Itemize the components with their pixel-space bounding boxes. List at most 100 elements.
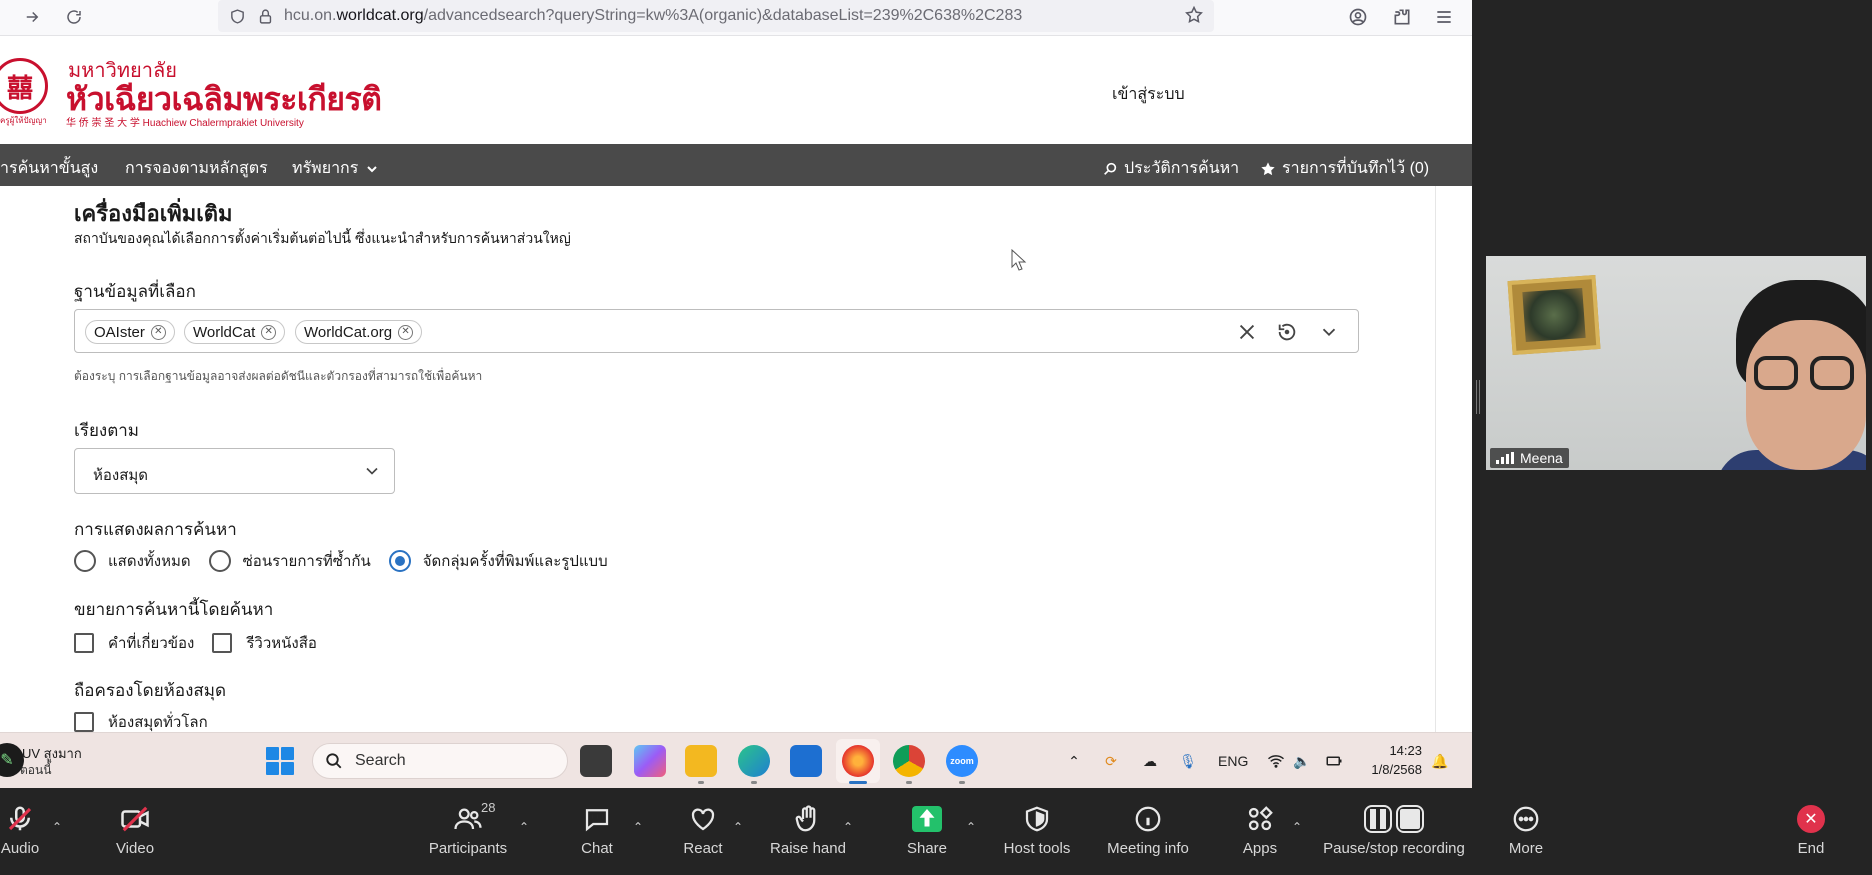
sort-select[interactable]: ห้องสมุด (74, 448, 395, 494)
remove-chip-icon[interactable]: ✕ (398, 324, 414, 340)
share-button[interactable]: Share (902, 796, 952, 868)
audio-button[interactable]: Audio (0, 796, 42, 868)
more-label: More (1508, 840, 1544, 857)
participants-options-caret[interactable]: ⌃ (519, 820, 529, 834)
nav-search-history[interactable]: ประวัติการค้นหา (1102, 156, 1239, 181)
database-multiselect[interactable]: OAIster ✕ WorldCat ✕ WorldCat.org ✕ (74, 309, 1359, 353)
firefox-icon[interactable] (842, 745, 874, 777)
share-options-caret[interactable]: ⌃ (966, 820, 976, 834)
database-chip-oaister[interactable]: OAIster ✕ (85, 320, 175, 344)
hand-icon (791, 802, 825, 836)
app-indicator (698, 781, 704, 784)
heart-icon (686, 802, 720, 836)
url-path: /advancedsearch?queryString=kw%3A(organi… (423, 7, 1023, 24)
login-link[interactable]: เข้าสู่ระบบ (1112, 82, 1185, 107)
volume-icon[interactable]: 🔈 (1292, 751, 1312, 771)
nav-saved-items[interactable]: รายการที่บันทึกไว้ (0) (1260, 156, 1429, 181)
edge-icon[interactable] (738, 745, 770, 777)
recording-controls-icon (1359, 802, 1429, 836)
participants-label: Participants (428, 840, 508, 857)
remove-chip-icon[interactable]: ✕ (150, 324, 166, 340)
display-option-hide-duplicates[interactable]: ซ่อนรายการที่ซ้ำกัน (208, 549, 371, 573)
more-button[interactable]: More (1506, 796, 1546, 868)
participants-button[interactable]: 28 Participants (418, 796, 518, 868)
windows-taskbar: ✎ UV สูงมาก ตอนนี้ Search zoom ⌃ ⟳ ☁ 🎙 E… (0, 732, 1472, 788)
forward-icon[interactable] (18, 3, 46, 31)
host-tools-button[interactable]: Host tools (1000, 796, 1074, 868)
url-bar[interactable]: hcu.on.worldcat.org/advancedsearch?query… (218, 0, 1214, 32)
onedrive-icon[interactable]: ☁ (1140, 751, 1160, 771)
bookmark-star-icon[interactable] (1184, 5, 1206, 27)
nav-resources[interactable]: ทรัพยากร (292, 156, 380, 181)
wifi-icon[interactable] (1266, 751, 1286, 771)
reload-icon[interactable] (60, 3, 88, 31)
display-option-show-all[interactable]: แสดงทั้งหมด (74, 549, 191, 573)
held-by-library-group: ห้องสมุดทั่วโลก (74, 710, 226, 734)
react-button[interactable]: React (680, 796, 726, 868)
file-explorer-icon[interactable] (685, 745, 717, 777)
language-indicator[interactable]: ENG (1218, 753, 1248, 769)
search-history-icon (1104, 162, 1117, 175)
checkbox[interactable] (74, 712, 94, 732)
battery-icon[interactable] (1324, 751, 1344, 771)
picture-frame (1507, 275, 1601, 355)
end-meeting-button[interactable]: ✕ End (1796, 796, 1826, 868)
chat-options-caret[interactable]: ⌃ (633, 820, 643, 834)
chrome-icon[interactable] (893, 745, 925, 777)
meeting-info-button[interactable]: Meeting info (1106, 796, 1190, 868)
task-view-icon[interactable] (580, 745, 612, 777)
audio-options-caret[interactable]: ⌃ (52, 820, 62, 834)
database-chip-worldcat[interactable]: WorldCat ✕ (184, 320, 286, 344)
clear-all-icon[interactable] (1235, 320, 1259, 344)
menu-icon[interactable] (1430, 3, 1458, 31)
share-screen-icon (910, 802, 944, 836)
system-clock[interactable]: 14:23 1/8/2568 (1360, 741, 1422, 779)
shield-icon[interactable] (226, 5, 248, 27)
checkbox[interactable] (212, 633, 233, 653)
react-options-caret[interactable]: ⌃ (733, 820, 743, 834)
nav-course-reserves[interactable]: การจองตามหลักสูตร (125, 156, 268, 181)
pause-stop-recording-label: Pause/stop recording (1323, 840, 1465, 857)
extensions-icon[interactable] (1388, 3, 1416, 31)
url-prefix: hcu.on. (284, 7, 337, 24)
microsoft-store-icon[interactable] (790, 745, 822, 777)
chevron-up-icon[interactable]: ⌃ (1064, 751, 1084, 771)
radio-button[interactable] (208, 550, 231, 572)
nav-advanced-search[interactable]: ารค้นหาขั้นสูง (0, 156, 98, 181)
raise-hand-button[interactable]: Raise hand (770, 796, 846, 868)
sync-icon[interactable]: ⟳ (1101, 751, 1121, 771)
notification-bell-icon[interactable]: 🔔 (1430, 751, 1450, 771)
url-text[interactable]: hcu.on.worldcat.org/advancedsearch?query… (284, 7, 1022, 25)
remove-chip-icon[interactable]: ✕ (261, 324, 277, 340)
expand-search-label: ขยายการค้นหานี้โดยค้นหา (74, 600, 274, 619)
expand-option-book-reviews[interactable]: รีวิวหนังสือ (212, 631, 317, 655)
apps-button[interactable]: Apps (1238, 796, 1282, 868)
radio-button[interactable] (74, 550, 96, 572)
account-icon[interactable] (1344, 3, 1372, 31)
chat-button[interactable]: Chat (574, 796, 620, 868)
participant-video-tile[interactable] (1486, 256, 1866, 470)
copilot-icon[interactable] (634, 745, 666, 777)
lock-icon[interactable] (254, 5, 276, 27)
database-chip-worldcat-org[interactable]: WorldCat.org ✕ (295, 320, 423, 344)
clock-time: 14:23 (1389, 743, 1422, 758)
video-button[interactable]: Video (110, 796, 160, 868)
checkbox[interactable] (74, 633, 94, 653)
raise-hand-options-caret[interactable]: ⌃ (843, 820, 853, 834)
panel-resize-handle[interactable] (1476, 380, 1480, 414)
windows-start-icon[interactable] (266, 747, 294, 775)
pause-stop-recording-button[interactable]: Pause/stop recording (1318, 796, 1470, 868)
reset-icon[interactable] (1275, 320, 1299, 344)
taskbar-search[interactable]: Search (312, 743, 568, 779)
held-option-worldwide[interactable]: ห้องสมุดทั่วโลก (74, 710, 208, 734)
chat-label: Chat (581, 840, 613, 857)
zoom-app-icon[interactable]: zoom (946, 745, 978, 777)
display-option-group-editions[interactable]: จัดกลุ่มครั้งที่พิมพ์และรูปแบบ (388, 549, 608, 573)
shield-icon (1020, 802, 1054, 836)
microphone-icon[interactable]: 🎙 (1178, 751, 1198, 771)
chevron-down-icon[interactable] (1317, 320, 1341, 344)
nav-advanced-search-label: ารค้นหาขั้นสูง (0, 160, 99, 177)
expand-option-related-terms[interactable]: คำที่เกี่ยวข้อง (74, 631, 194, 655)
apps-options-caret[interactable]: ⌃ (1292, 820, 1302, 834)
radio-button-selected[interactable] (388, 550, 411, 572)
